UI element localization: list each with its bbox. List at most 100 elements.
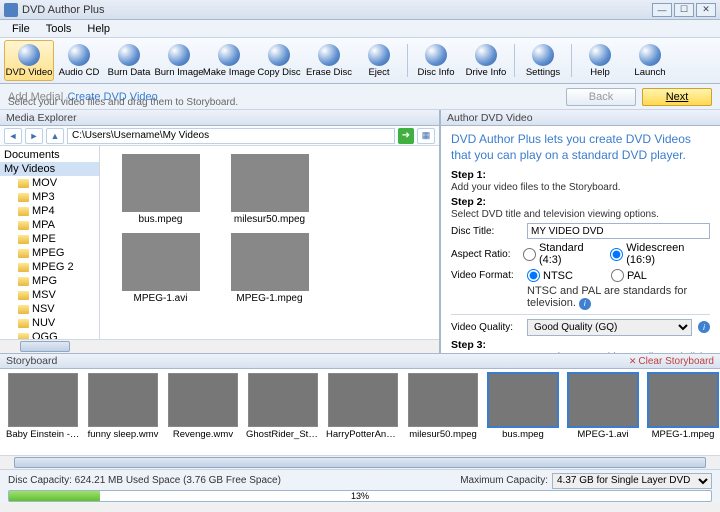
info-icon[interactable]: i [579, 298, 591, 310]
toolbar-icon [425, 44, 447, 66]
storyboard-item[interactable]: funny sleep.wmv [86, 373, 160, 451]
step1-desc: Add your video files to the Storyboard. [451, 182, 621, 193]
clear-storyboard-button[interactable]: Clear Storyboard [629, 356, 714, 367]
minimize-button[interactable]: — [652, 3, 672, 17]
toolbar-icon [639, 44, 661, 66]
tree-folder[interactable]: MPG [0, 274, 99, 288]
toolbar-icon [218, 44, 240, 66]
titlebar: DVD Author Plus — ☐ ✕ [0, 0, 720, 20]
explorer-navbar: ◄ ► ▲ C:\Users\Username\My Videos ➜ ▦ [0, 126, 439, 146]
path-field[interactable]: C:\Users\Username\My Videos [67, 128, 395, 144]
maxcap-select[interactable]: 4.37 GB for Single Layer DVD [552, 473, 712, 489]
vformat-label: Video Format: [451, 270, 521, 281]
tree-folder[interactable]: MPEG [0, 246, 99, 260]
back-button[interactable]: Back [566, 88, 636, 106]
tree-scrollbar[interactable] [0, 339, 439, 353]
tree-folder[interactable]: MP3 [0, 190, 99, 204]
toolbar-erase-disc[interactable]: Erase Disc [304, 40, 354, 81]
menu-help[interactable]: Help [79, 20, 118, 38]
next-button[interactable]: Next [642, 88, 712, 106]
step2-label: Step 2: [451, 196, 486, 208]
folder-icon [18, 305, 29, 314]
go-button[interactable]: ➜ [398, 128, 414, 144]
thumbnail[interactable]: milesur50.mpeg [217, 154, 322, 225]
maximize-button[interactable]: ☐ [674, 3, 694, 17]
info-icon[interactable]: i [698, 321, 710, 333]
storyboard-item[interactable]: GhostRider_Stan... [246, 373, 320, 451]
add-media-hint: Select your video files and drag them to… [8, 97, 238, 108]
storyboard-scrollbar[interactable] [0, 455, 720, 469]
folder-tree[interactable]: Documents My Videos MOVMP3MP4MPAMPEMPEGM… [0, 146, 100, 339]
storyboard-thumb [408, 373, 478, 427]
storyboard-label: bus.mpeg [486, 429, 560, 440]
storyboard-label: Revenge.wmv [166, 429, 240, 440]
menu-tools[interactable]: Tools [38, 20, 80, 38]
storyboard-item[interactable]: MPEG-1.avi [566, 373, 640, 451]
tree-folder[interactable]: NSV [0, 302, 99, 316]
tree-folder[interactable]: MPE [0, 232, 99, 246]
storyboard-item[interactable]: Baby Einstein - Ba... [6, 373, 80, 451]
toolbar-settings[interactable]: Settings [518, 40, 568, 81]
storyboard-item[interactable]: HarryPotterAndTh... [326, 373, 400, 451]
nav-up-icon[interactable]: ▲ [46, 128, 64, 144]
tree-folder[interactable]: MOV [0, 176, 99, 190]
thumbnail[interactable]: MPEG-1.avi [108, 233, 213, 304]
aspect-standard-radio[interactable]: Standard (4:3) [523, 242, 604, 266]
folder-icon [18, 235, 29, 244]
tree-folder[interactable]: MPEG 2 [0, 260, 99, 274]
toolbar-burn-data[interactable]: Burn Data [104, 40, 154, 81]
storyboard-item[interactable]: milesur50.mpeg [406, 373, 480, 451]
toolbar-help[interactable]: Help [575, 40, 625, 81]
capacity-progress: 13% [8, 490, 712, 502]
vquality-select[interactable]: Good Quality (GQ) [527, 319, 692, 336]
app-title: DVD Author Plus [22, 4, 650, 16]
toolbar-disc-info[interactable]: Disc Info [411, 40, 461, 81]
thumbnail[interactable]: bus.mpeg [108, 154, 213, 225]
storyboard-item[interactable]: Revenge.wmv [166, 373, 240, 451]
folder-icon [18, 179, 29, 188]
folder-icon [18, 291, 29, 300]
toolbar-drive-info[interactable]: Drive Info [461, 40, 511, 81]
tree-myvideos[interactable]: My Videos [0, 162, 99, 176]
toolbar-dvd-video[interactable]: DVD Video [4, 40, 54, 81]
folder-icon [18, 193, 29, 202]
author-panel: Author DVD Video DVD Author Plus lets yo… [441, 110, 720, 353]
tree-folder[interactable]: MPA [0, 218, 99, 232]
storyboard[interactable]: Baby Einstein - Ba... funny sleep.wmv Reve… [0, 369, 720, 455]
menu-file[interactable]: File [4, 20, 38, 38]
thumbnail-grid[interactable]: bus.mpeg milesur50.mpegMPEG-1.avi MPEG-1.m… [100, 146, 439, 339]
toolbar-eject[interactable]: Eject [354, 40, 404, 81]
author-header: Author DVD Video [441, 110, 720, 126]
storyboard-item[interactable]: MPEG-1.mpeg [646, 373, 720, 451]
nav-fwd-icon[interactable]: ► [25, 128, 43, 144]
tree-folder[interactable]: OGG [0, 330, 99, 339]
app-icon [4, 3, 18, 17]
toolbar-make-image[interactable]: Make Image [204, 40, 254, 81]
storyboard-item[interactable]: bus.mpeg [486, 373, 560, 451]
toolbar-copy-disc[interactable]: Copy Disc [254, 40, 304, 81]
view-options-icon[interactable]: ▦ [417, 128, 435, 144]
toolbar-icon [318, 44, 340, 66]
vformat-pal-radio[interactable]: PAL [611, 269, 647, 282]
nav-back-icon[interactable]: ◄ [4, 128, 22, 144]
folder-icon [18, 277, 29, 286]
tree-folder[interactable]: MSV [0, 288, 99, 302]
aspect-widescreen-radio[interactable]: Widescreen (16:9) [610, 242, 710, 266]
toolbar-launch[interactable]: Launch [625, 40, 675, 81]
thumbnail[interactable]: MPEG-1.mpeg [217, 233, 322, 304]
thumb-label: bus.mpeg [139, 214, 183, 225]
capacity-pct: 13% [351, 491, 369, 502]
vformat-ntsc-radio[interactable]: NTSC [527, 269, 573, 282]
disc-title-input[interactable] [527, 223, 710, 239]
media-explorer-panel: Media Explorer ◄ ► ▲ C:\Users\Username\M… [0, 110, 441, 353]
toolbar-audio-cd[interactable]: Audio CD [54, 40, 104, 81]
folder-icon [18, 263, 29, 272]
storyboard-label: MPEG-1.avi [566, 429, 640, 440]
storyboard-label: Baby Einstein - Ba... [6, 429, 80, 440]
tree-documents[interactable]: Documents [0, 148, 99, 162]
tree-folder[interactable]: MP4 [0, 204, 99, 218]
tree-folder[interactable]: NUV [0, 316, 99, 330]
toolbar-burn-image[interactable]: Burn Image [154, 40, 204, 81]
thumb-label: MPEG-1.mpeg [236, 293, 302, 304]
close-button[interactable]: ✕ [696, 3, 716, 17]
